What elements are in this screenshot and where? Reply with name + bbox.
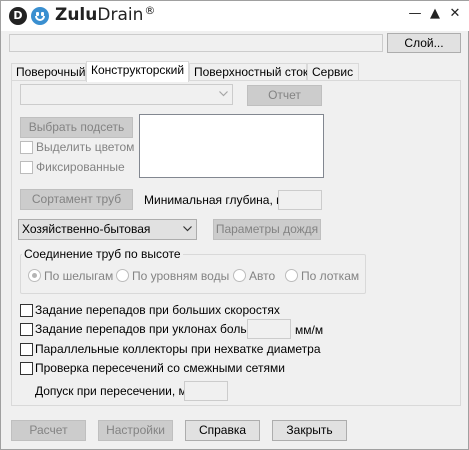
smile-logo-icon: [31, 7, 49, 25]
drops-slopes-label: Задание перепадов при уклонах больше: [35, 322, 263, 336]
radio-by-water-levels-label: По уровням воды: [132, 269, 230, 283]
close-icon[interactable]: ✕: [446, 5, 464, 23]
pipe-assortment-button[interactable]: Сортамент труб: [20, 189, 133, 210]
tab-surface-runoff[interactable]: Поверхностный сток: [189, 63, 308, 81]
layer-path-input[interactable]: [9, 34, 383, 52]
check-intersections-label: Проверка пересечений со смежными сетями: [35, 361, 285, 375]
tab-service[interactable]: Сервис: [307, 63, 359, 81]
maximize-icon[interactable]: ▲: [426, 5, 444, 23]
radio-by-trays[interactable]: [285, 269, 298, 282]
title-bar[interactable]: D ZuluDrain® — ▲ ✕: [1, 1, 469, 31]
rain-params-button[interactable]: Параметры дождя: [213, 219, 321, 240]
tolerance-label: Допуск при пересечении, м:: [35, 384, 191, 398]
app-title: ZuluDrain®: [55, 4, 156, 25]
close-button[interactable]: Закрыть: [272, 420, 347, 441]
radio-auto[interactable]: [233, 269, 246, 282]
radio-auto-label: Авто: [249, 269, 276, 283]
fixed-label: Фиксированные: [36, 160, 125, 174]
select-subnet-button[interactable]: Выбрать подсеть: [20, 117, 133, 138]
drops-slopes-checkbox[interactable]: [20, 323, 33, 336]
subnet-listbox[interactable]: [139, 114, 324, 178]
chevron-down-icon: [183, 226, 192, 232]
highlight-color-checkbox[interactable]: [20, 141, 33, 154]
drops-slopes-input[interactable]: [247, 319, 291, 339]
drops-high-speed-label: Задание перепадов при больших скоростях: [35, 303, 280, 317]
drops-slopes-unit: мм/м: [295, 323, 324, 337]
zulu-logo-icon: D: [9, 7, 27, 25]
calc-button[interactable]: Расчет: [11, 420, 86, 441]
tab-constructor[interactable]: Конструкторский: [86, 61, 189, 82]
min-depth-input[interactable]: [278, 190, 322, 210]
chevron-down-icon: [219, 91, 228, 97]
sewer-type-combo[interactable]: Хозяйственно-бытовая: [18, 219, 197, 240]
variant-combo[interactable]: [20, 84, 233, 105]
min-depth-label: Минимальная глубина, м:: [144, 193, 288, 207]
radio-by-trays-label: По лоткам: [301, 269, 360, 283]
drops-high-speed-checkbox[interactable]: [20, 304, 33, 317]
pipe-connection-title: Соединение труб по высоте: [22, 247, 183, 261]
radio-by-crowns-label: По шелыгам: [44, 269, 114, 283]
tolerance-input[interactable]: [184, 381, 228, 401]
dialog-window: D ZuluDrain® — ▲ ✕ Слой... Поверочный Ко…: [0, 0, 469, 450]
minimize-icon[interactable]: —: [406, 5, 424, 23]
parallel-collectors-checkbox[interactable]: [20, 343, 33, 356]
report-button[interactable]: Отчет: [247, 85, 322, 106]
help-button[interactable]: Справка: [185, 420, 260, 441]
fixed-checkbox[interactable]: [20, 161, 33, 174]
tab-verification[interactable]: Поверочный: [11, 63, 86, 81]
settings-button[interactable]: Настройки: [98, 420, 173, 441]
highlight-color-label: Выделить цветом: [36, 140, 135, 154]
layer-button[interactable]: Слой...: [387, 33, 461, 53]
radio-by-crowns[interactable]: [28, 269, 41, 282]
parallel-collectors-label: Параллельные коллекторы при нехватке диа…: [35, 342, 321, 356]
radio-by-water-levels[interactable]: [116, 269, 129, 282]
check-intersections-checkbox[interactable]: [20, 362, 33, 375]
